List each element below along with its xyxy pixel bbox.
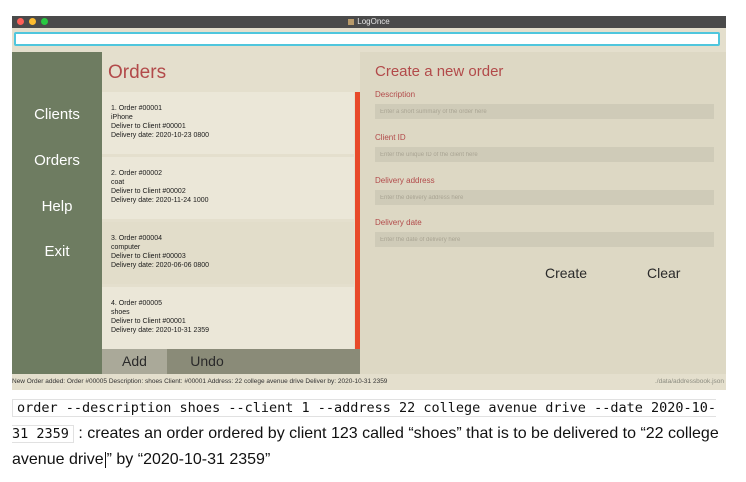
order-date: Delivery date: 2020-06-06 0800 xyxy=(111,262,210,269)
app-window: LogOnce Clients Orders Help Exit Orders … xyxy=(12,16,726,390)
sidebar-item-exit[interactable]: Exit xyxy=(12,243,102,260)
order-client: Deliver to Client #00001 xyxy=(111,123,186,130)
client-id-label: Client ID xyxy=(375,133,406,142)
status-message: New Order added: Order #00005 Descriptio… xyxy=(12,378,388,385)
order-date: Delivery date: 2020-10-23 0800 xyxy=(111,132,210,139)
order-card[interactable]: 1. Order #00001 iPhone Deliver to Client… xyxy=(102,92,354,154)
undo-button[interactable]: Undo xyxy=(167,349,247,374)
order-client: Deliver to Client #00002 xyxy=(111,188,186,195)
order-card[interactable]: 2. Order #00002 coat Deliver to Client #… xyxy=(102,157,354,219)
orders-title: Orders xyxy=(108,62,167,83)
text-cursor xyxy=(104,451,106,468)
status-bar: New Order added: Order #00005 Descriptio… xyxy=(12,374,726,390)
order-date: Delivery date: 2020-10-31 2359 xyxy=(111,327,210,334)
delivery-address-input[interactable] xyxy=(375,190,714,205)
order-heading: 4. Order #00005 xyxy=(111,300,162,307)
order-heading: 1. Order #00001 xyxy=(111,105,162,112)
order-heading: 2. Order #00002 xyxy=(111,170,162,177)
app-icon xyxy=(348,18,355,25)
order-list[interactable]: 1. Order #00001 iPhone Deliver to Client… xyxy=(102,92,354,349)
order-client: Deliver to Client #00001 xyxy=(111,318,186,325)
sidebar-item-orders[interactable]: Orders xyxy=(12,152,102,169)
create-button[interactable]: Create xyxy=(545,265,587,281)
clear-button[interactable]: Clear xyxy=(647,265,680,281)
order-date: Delivery date: 2020-11-24 1000 xyxy=(111,197,209,204)
sidebar-item-clients[interactable]: Clients xyxy=(12,106,102,123)
order-card[interactable]: 3. Order #00004 computer Deliver to Clie… xyxy=(102,222,354,284)
order-item: coat xyxy=(111,179,125,186)
order-item: computer xyxy=(111,244,141,251)
orders-panel: Orders 1. Order #00001 iPhone Deliver to… xyxy=(102,52,360,374)
description-input[interactable] xyxy=(375,104,714,119)
status-file-path: ./data/addressbook.json xyxy=(654,378,724,385)
order-heading: 3. Order #00004 xyxy=(111,235,162,242)
delivery-address-label: Delivery address xyxy=(375,176,435,185)
window-title: LogOnce xyxy=(12,16,726,28)
add-button[interactable]: Add xyxy=(102,349,167,374)
delivery-date-input[interactable] xyxy=(375,232,714,247)
command-input[interactable] xyxy=(14,32,720,46)
order-item: iPhone xyxy=(111,114,133,121)
delivery-date-label: Delivery date xyxy=(375,218,422,227)
sidebar: Clients Orders Help Exit xyxy=(12,52,102,375)
create-order-panel: Create a new order Description Client ID… xyxy=(360,52,726,374)
caption: order --description shoes --client 1 --a… xyxy=(12,395,724,473)
client-id-input[interactable] xyxy=(375,147,714,162)
form-title: Create a new order xyxy=(375,63,504,80)
description-label: Description xyxy=(375,90,416,99)
order-item: shoes xyxy=(111,309,130,316)
orders-button-bar: Add Undo xyxy=(102,349,360,374)
window-title-text: LogOnce xyxy=(357,17,390,26)
order-client: Deliver to Client #00003 xyxy=(111,253,186,260)
title-bar: LogOnce xyxy=(12,16,726,28)
order-card[interactable]: 4. Order #00005 shoes Deliver to Client … xyxy=(102,287,354,349)
caption-text-end: ” by “2020-10-31 2359” xyxy=(106,451,271,468)
sidebar-item-help[interactable]: Help xyxy=(12,198,102,215)
